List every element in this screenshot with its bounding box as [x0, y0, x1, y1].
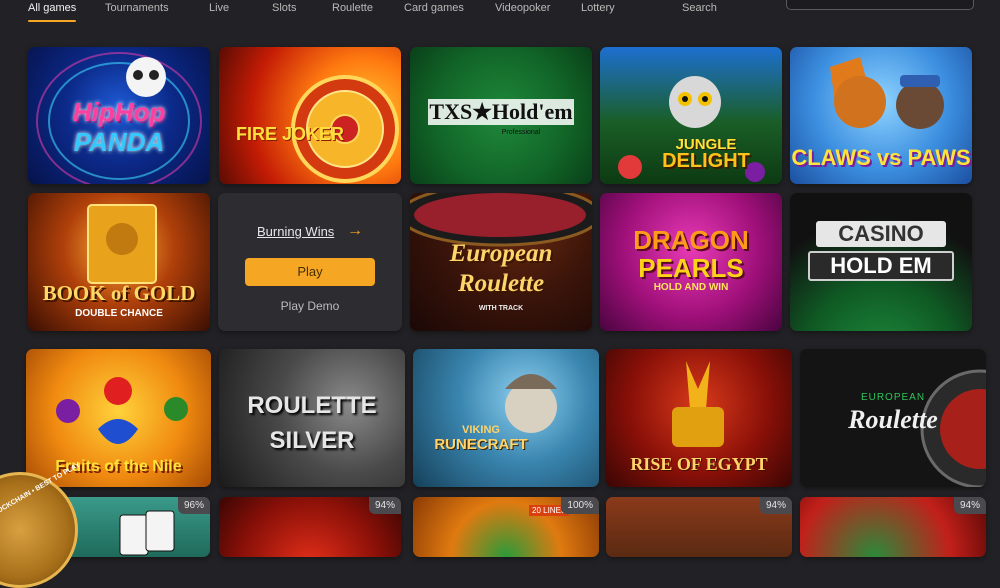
book-of-gold-title: BOOK of GOLD [42, 281, 196, 305]
rtp-badge: 96% [177, 497, 210, 514]
book-of-gold-subtitle: DOUBLE CHANCE [75, 308, 163, 319]
burning-wins-link[interactable]: Burning Wins [257, 224, 334, 239]
fruits-of-the-nile-title: Fruits of the Nile [55, 458, 182, 475]
game-tile-claws-vs-paws[interactable]: CLAWS vs PAWS [790, 47, 972, 184]
european-roulette-2-title-1: EUROPEAN [860, 392, 926, 403]
rtp-badge: 94% [953, 497, 986, 514]
game-tile-row4-3[interactable]: 20 LINES 100% [413, 497, 599, 557]
game-tile-casino-holdem[interactable]: CASINO HOLD EM [790, 193, 972, 331]
game-tile-row4-2[interactable]: 94% [219, 497, 401, 557]
claws-vs-paws-title: CLAWS vs PAWS [791, 145, 971, 170]
rise-of-egypt-title: RISE OF EGYPT [630, 454, 768, 474]
promo-coin-badge[interactable]: BLOCKCHAIN • BEST TO PLAY [0, 462, 81, 588]
tab-live[interactable]: Live [209, 0, 229, 22]
european-roulette-subtitle: WITH TRACK [478, 305, 524, 312]
viking-art [505, 374, 557, 433]
arrow-right-icon[interactable]: → [347, 222, 363, 240]
rtp-badge: 100% [561, 497, 599, 514]
fire-joker-wheel [291, 75, 399, 183]
game-tile-viking-runecraft[interactable]: VIKING RUNECRAFT [413, 349, 599, 487]
european-roulette-title-2: Roulette [457, 270, 545, 297]
game-tile-book-of-gold[interactable]: BOOK of GOLD DOUBLE CHANCE [28, 193, 210, 331]
dragon-pearls-title-2: PEARLS [638, 253, 744, 283]
tab-videopoker[interactable]: Videopoker [495, 0, 550, 22]
european-roulette-2-title-2: Roulette [848, 405, 938, 434]
hiphop-panda-title-2: PANDA [73, 127, 165, 157]
game-tile-fire-joker[interactable]: FIRE JOKER [219, 47, 401, 184]
search-input[interactable] [786, 0, 974, 10]
dragon-pearls-title-1: DRAGON [633, 225, 749, 255]
game-tile-rise-of-egypt[interactable]: RISE OF EGYPT [606, 349, 792, 487]
roulette-silver-title-1: ROULETTE [247, 392, 377, 419]
game-tile-fruits-of-the-nile[interactable]: Fruits of the Nile [26, 349, 211, 487]
casino-holdem-title-2: HOLD EM [808, 251, 954, 281]
txs-holdem-subtitle: Professional [501, 129, 541, 136]
fire-joker-title: FIRE JOKER [235, 124, 345, 144]
game-tile-roulette-silver[interactable]: ROULETTE SILVER [219, 349, 405, 487]
game-tile-row4-5[interactable]: 94% [800, 497, 986, 557]
viking-runecraft-title-2: RUNECRAFT [434, 436, 528, 453]
rtp-badge: 94% [759, 497, 792, 514]
tab-card-games[interactable]: Card games [404, 0, 464, 22]
rtp-badge: 94% [368, 497, 401, 514]
roulette-silver-title-2: SILVER [269, 427, 355, 454]
game-tile-hiphop-panda[interactable]: HipHop PANDA [28, 47, 210, 184]
play-demo-link[interactable]: Play Demo [218, 299, 402, 313]
game-tile-jungle-delight[interactable]: JUNGLE DELIGHT [600, 47, 782, 184]
viking-runecraft-title-1: VIKING [462, 424, 500, 436]
game-tile-european-roulette-2[interactable]: EUROPEAN Roulette [800, 349, 986, 487]
tab-slots[interactable]: Slots [272, 0, 296, 22]
top-navigation: All games Tournaments Live Slots Roulett… [0, 0, 1000, 24]
game-tile-row4-4[interactable]: 94% [606, 497, 792, 557]
game-tile-european-roulette[interactable]: European Roulette WITH TRACK [410, 193, 592, 331]
casino-holdem-title-1: CASINO [816, 221, 946, 247]
txs-holdem-title: TXS★Hold'em [428, 99, 574, 125]
hiphop-panda-title-1: HipHop [72, 97, 166, 127]
play-button[interactable]: Play [245, 258, 375, 286]
tab-all-games[interactable]: All games [28, 0, 77, 22]
game-tile-dragon-pearls[interactable]: DRAGON PEARLS HOLD AND WIN [600, 193, 782, 331]
burning-wins-panel: Burning Wins → Play Play Demo [218, 193, 402, 331]
tab-lottery[interactable]: Lottery [581, 0, 615, 22]
tab-roulette[interactable]: Roulette [332, 0, 373, 22]
dragon-pearls-subtitle: HOLD AND WIN [653, 282, 729, 293]
search-label[interactable]: Search [682, 0, 717, 16]
european-roulette-title-1: European [449, 240, 553, 267]
tab-tournaments[interactable]: Tournaments [105, 0, 169, 22]
jungle-delight-title-2: DELIGHT [662, 150, 750, 172]
game-tile-txs-holdem[interactable]: TXS★Hold'em Professional [410, 47, 592, 184]
